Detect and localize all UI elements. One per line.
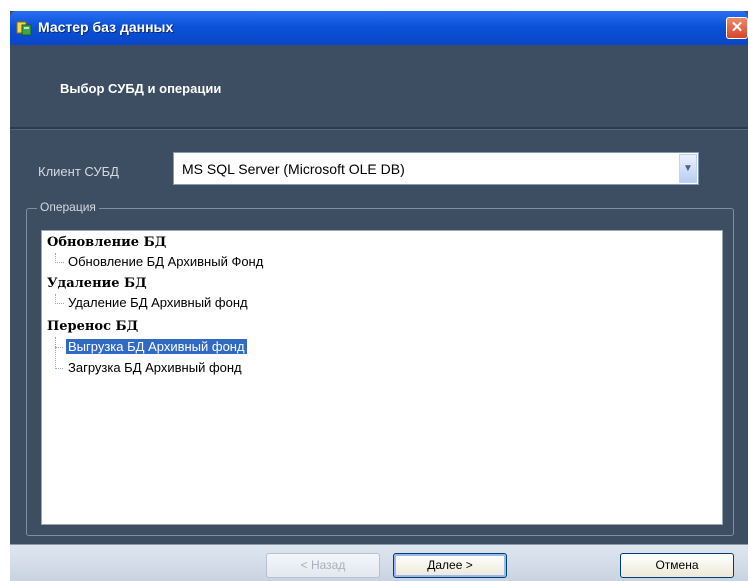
wizard-header: Выбор СУБД и операции <box>10 45 748 127</box>
chevron-down-icon: ▼ <box>683 163 693 174</box>
client-select[interactable]: MS SQL Server (Microsoft OLE DB) ▼ <box>173 152 699 185</box>
operation-group: Операция Обновление БД Обновление БД Арх… <box>26 200 734 536</box>
close-button[interactable]: ✕ <box>726 17 748 39</box>
button-bar: < Назад Далее > Отмена <box>10 545 748 581</box>
close-icon: ✕ <box>730 19 744 36</box>
next-button[interactable]: Далее > <box>393 553 507 578</box>
tree-connector <box>55 253 64 263</box>
dropdown-button[interactable]: ▼ <box>679 154 697 183</box>
tree-connector <box>55 337 63 348</box>
header-divider <box>10 127 748 130</box>
page-title: Выбор СУБД и операции <box>60 81 222 96</box>
tree-item-delete-archive[interactable]: Удаление БД Архивный фонд <box>66 295 250 310</box>
cancel-button[interactable]: Отмена <box>620 553 734 578</box>
database-wizard-window: Мастер баз данных ✕ Выбор СУБД и операци… <box>10 11 748 581</box>
tree-group-delete[interactable]: Удаление БД <box>47 276 147 291</box>
client-select-value: MS SQL Server (Microsoft OLE DB) <box>182 161 405 177</box>
tree-item-export-archive[interactable]: Выгрузка БД Архивный фонд <box>66 339 247 354</box>
client-label: Клиент СУБД <box>38 164 119 179</box>
tree-group-update[interactable]: Обновление БД <box>47 235 166 250</box>
back-button[interactable]: < Назад <box>266 553 380 578</box>
database-icon <box>16 21 32 36</box>
tree-item-import-archive[interactable]: Загрузка БД Архивный фонд <box>66 360 244 375</box>
tree-group-transfer[interactable]: Перенос БД <box>47 319 138 334</box>
operation-tree[interactable]: Обновление БД Обновление БД Архивный Фон… <box>41 230 723 525</box>
tree-item-update-archive[interactable]: Обновление БД Архивный Фонд <box>66 254 265 269</box>
tree-connector <box>55 294 64 304</box>
window-title: Мастер баз данных <box>38 19 174 35</box>
tree-connector <box>55 358 63 369</box>
title-bar[interactable]: Мастер баз данных ✕ <box>10 11 748 45</box>
operation-legend: Операция <box>37 200 99 214</box>
